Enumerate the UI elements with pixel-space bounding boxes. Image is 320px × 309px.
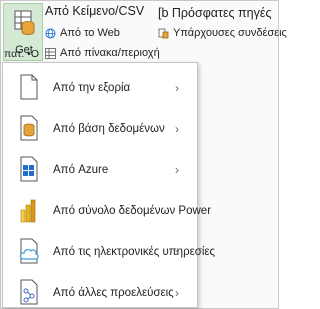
- cloud-icon: [19, 238, 39, 264]
- menu-item-from-online-services[interactable]: Από τις ηλεκτρονικές υπηρεσίες ›: [3, 231, 215, 272]
- from-text-csv-label: Από Κείμενο/CSV: [45, 4, 145, 18]
- from-web-label: Από το Web: [60, 27, 120, 39]
- chevron-right-icon: ›: [175, 285, 179, 300]
- from-table-range-label: Από πίνακα/περιοχή: [60, 47, 160, 59]
- globe-icon: [45, 28, 56, 38]
- existing-connections-label: Υπάρχουσες συνδέσεις: [173, 27, 287, 39]
- existing-connections-button[interactable]: Υπάρχουσες συνδέσεις: [158, 27, 287, 39]
- chevron-right-icon: ›: [175, 80, 179, 95]
- menu-item-label: Από την εξορία: [53, 81, 131, 94]
- menu-item-label: Από σύνολο δεδομένων Power: [53, 204, 212, 217]
- recent-sources-button[interactable]: [b Πρόσφατες πηγές: [158, 6, 271, 20]
- from-text-csv-button[interactable]: Από Κείμενο/CSV: [45, 4, 144, 18]
- chevron-right-icon: ›: [175, 162, 179, 177]
- database-icon: [20, 115, 38, 141]
- chevron-right-icon: ›: [175, 244, 179, 259]
- get-data-menu: Από την εξορία › Από βάση δεδομένων › Απ…: [2, 62, 215, 309]
- from-web-button[interactable]: Από το Web: [45, 27, 120, 39]
- menu-item-from-database[interactable]: Από βάση δεδομένων ›: [3, 108, 199, 149]
- menu-item-label: Από άλλες προελεύσεις: [53, 286, 174, 299]
- menu-item-from-power-dataset[interactable]: Από σύνολο δεδομένων Power: [3, 190, 211, 231]
- other-sources-icon: [20, 279, 38, 305]
- from-table-range-button[interactable]: Από πίνακα/περιοχή: [45, 47, 160, 59]
- connections-icon: [158, 28, 169, 38]
- recent-sources-label: [b Πρόσφατες πηγές: [158, 6, 272, 20]
- windows-icon: [20, 156, 38, 182]
- get-data-dropdown-label[interactable]: πατ. •O: [4, 48, 39, 60]
- menu-item-label: Από τις ηλεκτρονικές υπηρεσίες: [53, 245, 216, 258]
- menu-item-from-other-sources[interactable]: Από άλλες προελεύσεις ›: [3, 272, 199, 309]
- menu-item-label: Από βάση δεδομένων: [53, 122, 165, 135]
- table-icon: [45, 47, 56, 59]
- chevron-right-icon: ›: [175, 121, 179, 136]
- menu-item-label: Από Azure: [53, 163, 109, 176]
- menu-item-from-azure[interactable]: Από Azure ›: [3, 149, 199, 190]
- menu-item-from-file[interactable]: Από την εξορία ›: [3, 67, 199, 108]
- powerbi-icon: [20, 199, 36, 223]
- database-table-icon: [14, 10, 35, 35]
- file-icon: [20, 74, 38, 100]
